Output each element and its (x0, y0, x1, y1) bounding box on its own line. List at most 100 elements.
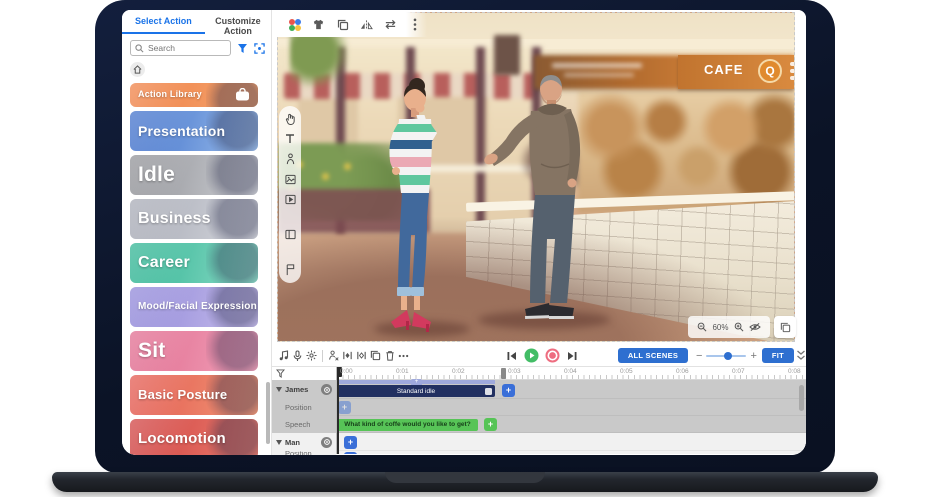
character-tool-icon[interactable] (285, 153, 296, 165)
play-button[interactable] (524, 348, 539, 363)
track-name-man[interactable]: Man (272, 433, 336, 451)
hand-tool-icon[interactable] (285, 113, 296, 125)
mirror-icon[interactable] (359, 17, 374, 32)
swap-icon[interactable] (383, 17, 398, 32)
fit-button[interactable]: FIT (762, 348, 794, 363)
track-name-position-2[interactable]: Position (272, 451, 336, 455)
remove-character-icon[interactable] (328, 348, 339, 363)
track-row-speech[interactable]: What kind of coffe would you like to get… (337, 416, 806, 433)
playhead[interactable] (337, 367, 339, 454)
skip-end-icon[interactable] (566, 350, 578, 362)
filter-icon[interactable] (237, 43, 248, 54)
track-name-james[interactable]: James (272, 380, 336, 399)
search-input[interactable] (148, 43, 218, 53)
add-speech-button[interactable]: + (484, 418, 497, 431)
all-scenes-button[interactable]: ALL SCENES (618, 348, 688, 363)
more-tools-icon[interactable] (398, 348, 409, 363)
scene-plant (290, 29, 348, 87)
zoom-out-icon[interactable] (697, 322, 707, 332)
action-category-idle[interactable]: Idle (130, 155, 258, 195)
category-thumbnail (206, 155, 258, 195)
character-style-icon[interactable] (287, 17, 302, 32)
scene-cafe-sign-main: CAFE Q (678, 55, 794, 89)
category-label: Business (130, 211, 211, 227)
copy-icon[interactable] (335, 17, 350, 32)
tab-select-action[interactable]: Select Action (122, 10, 205, 34)
keyframe-prev-icon[interactable] (342, 348, 353, 363)
image-tool-icon[interactable] (285, 174, 296, 185)
panel-scrollbar[interactable] (266, 382, 270, 444)
action-category-action-library[interactable]: Action Library (130, 83, 258, 107)
track-row-man[interactable]: + (337, 433, 806, 451)
scene-end-marker[interactable] (501, 368, 506, 379)
action-category-business[interactable]: Business (130, 199, 258, 239)
clip-speech[interactable]: What kind of coffe would you like to get… (337, 419, 478, 431)
ruler-label: 0:08 (788, 368, 801, 375)
media-tool-icon[interactable] (285, 194, 296, 205)
action-category-basic-posture[interactable]: Basic Posture (130, 375, 258, 415)
action-category-mood-facial-expression[interactable]: Mood/Facial Expression (130, 287, 258, 327)
action-category-locomotion[interactable]: Locomotion (130, 419, 258, 455)
clip-standard-idle[interactable]: Standard idle (337, 385, 495, 397)
track-filter-icon[interactable] (276, 369, 285, 378)
search-icon (135, 44, 144, 53)
timeline-panel: ALL SCENES − + FIT (272, 345, 806, 455)
focus-character-button[interactable] (321, 384, 332, 395)
scene-canvas[interactable]: CAFE Q (277, 12, 795, 342)
ruler-label: 0:01 (396, 368, 409, 375)
tracks-scrollbar[interactable] (799, 385, 804, 411)
category-label: Career (130, 255, 190, 271)
effect-icon[interactable] (306, 348, 317, 363)
zoom-in-icon[interactable] (734, 322, 744, 332)
character-man[interactable] (479, 69, 606, 325)
timeline-ruler[interactable]: 0:000:010:020:030:040:050:060:070:08 (337, 367, 806, 380)
add-action-button-man[interactable]: + (344, 436, 357, 449)
layout-tool-icon[interactable] (285, 229, 296, 240)
fullscreen-icon[interactable] (254, 43, 265, 54)
clip-handle-icon[interactable] (485, 388, 492, 395)
tab-customize-action[interactable]: Customize Action (205, 10, 271, 34)
track-name-speech[interactable]: Speech (272, 416, 336, 433)
keyframe-next-icon[interactable] (356, 348, 367, 363)
viewport-side-tools (279, 106, 301, 283)
action-panel: Select Action Customize Action (122, 10, 272, 455)
text-tool-icon[interactable] (285, 134, 295, 144)
home-button[interactable] (130, 62, 145, 77)
add-position-key-button-man[interactable]: + (344, 452, 357, 454)
add-position-key-button[interactable]: + (338, 401, 351, 414)
search-box[interactable] (130, 40, 231, 56)
track-name-position[interactable]: Position (272, 399, 336, 416)
category-label: Locomotion (130, 431, 226, 446)
app-window: Select Action Customize Action (122, 10, 806, 455)
track-row-position[interactable]: + (337, 399, 806, 416)
microphone-icon[interactable] (292, 348, 303, 363)
duplicate-view-button[interactable] (774, 316, 796, 338)
delete-icon[interactable] (384, 348, 395, 363)
focus-character-button[interactable] (321, 437, 332, 448)
character-james[interactable] (369, 75, 461, 333)
audio-icon[interactable] (278, 348, 289, 363)
zoom-controls: 60% (688, 316, 770, 338)
marker-tool-icon[interactable] (285, 264, 295, 276)
slider-minus-icon[interactable]: − (696, 350, 702, 362)
add-action-button[interactable]: + (502, 384, 515, 397)
action-category-sit[interactable]: Sit (130, 331, 258, 371)
viewport-toolbar (277, 12, 427, 37)
category-label: Presentation (130, 124, 225, 138)
laptop-screen-bezel: Select Action Customize Action (95, 0, 835, 473)
track-row-james[interactable]: + Standard idle + (337, 380, 806, 399)
track-row-position-2[interactable]: + (337, 451, 806, 454)
slider-handle[interactable] (724, 352, 732, 360)
action-category-career[interactable]: Career (130, 243, 258, 283)
copy-clip-icon[interactable] (370, 348, 381, 363)
slider-plus-icon[interactable]: + (750, 350, 756, 362)
more-icon[interactable] (407, 17, 422, 32)
skip-start-icon[interactable] (506, 350, 518, 362)
record-button[interactable] (545, 348, 560, 363)
outfit-icon[interactable] (311, 17, 326, 32)
eye-off-icon[interactable] (749, 322, 761, 332)
action-category-presentation[interactable]: Presentation (130, 111, 258, 151)
slider-track[interactable] (706, 355, 746, 357)
collapse-timeline-icon[interactable] (796, 349, 806, 361)
home-icon (133, 65, 142, 74)
